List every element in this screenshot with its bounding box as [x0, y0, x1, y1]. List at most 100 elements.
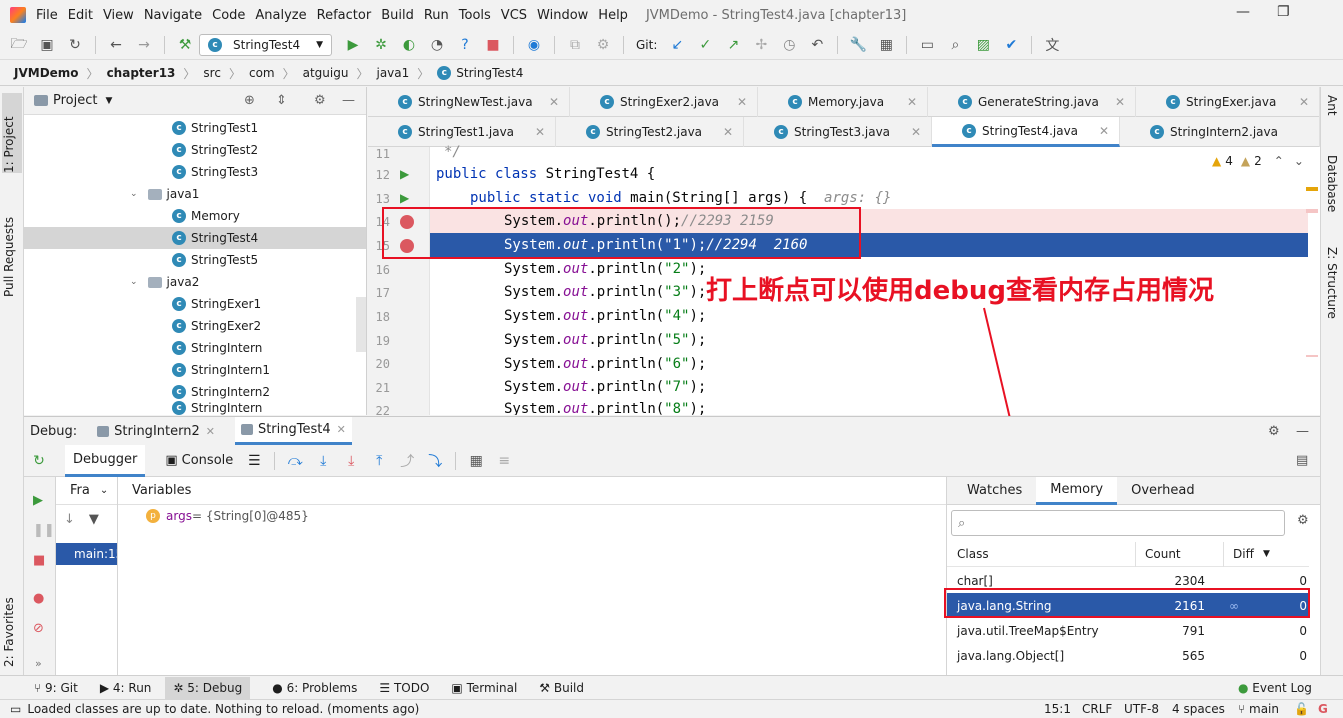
menu-help[interactable]: Help: [598, 8, 628, 23]
inspection-widget[interactable]: ▲ 4 ▲ 2 ⌃ ⌄: [1212, 154, 1304, 168]
menu-edit[interactable]: Edit: [68, 8, 93, 23]
memory-search-input[interactable]: ⌕: [951, 510, 1285, 536]
tool-terminal[interactable]: ▣ Terminal: [451, 681, 517, 695]
run-configuration-select[interactable]: c StringTest4 ▼: [199, 33, 332, 56]
filter-icon[interactable]: ▼: [89, 512, 99, 527]
history-clock-icon[interactable]: ◷: [778, 34, 800, 56]
close-icon[interactable]: ✕: [206, 425, 215, 438]
tree-item[interactable]: c StringTest1: [172, 117, 258, 139]
coverage-icon[interactable]: ◐: [398, 34, 420, 56]
wrench-icon[interactable]: 🔧: [847, 34, 869, 56]
run-icon[interactable]: ▶: [342, 34, 364, 56]
git-update-icon[interactable]: ↙: [666, 34, 688, 56]
tab-overhead[interactable]: Overhead: [1125, 483, 1201, 498]
editor-tab[interactable]: c Memory.java ✕: [758, 87, 928, 117]
google-icon[interactable]: G: [1318, 702, 1328, 716]
tab-console[interactable]: ▣ Console: [165, 453, 233, 468]
close-icon[interactable]: ✕: [723, 125, 733, 139]
variable-row[interactable]: p args = {String[0]@485}: [146, 509, 309, 523]
close-icon[interactable]: ✕: [1115, 95, 1125, 109]
menu-file[interactable]: File: [36, 8, 58, 23]
editor-tab[interactable]: c GenerateString.java ✕: [928, 87, 1136, 117]
chevron-down-icon[interactable]: ⌄: [1294, 154, 1304, 168]
tool-problems[interactable]: ● 6: Problems: [272, 681, 357, 695]
caret-position[interactable]: 15:1: [1044, 702, 1071, 716]
translate-icon[interactable]: 文: [1041, 34, 1063, 56]
layout-icon[interactable]: ▤: [1296, 453, 1308, 468]
close-icon[interactable]: ✕: [337, 423, 346, 436]
menu-run[interactable]: Run: [424, 8, 449, 23]
save-icon[interactable]: ▣: [36, 34, 58, 56]
column-count[interactable]: Count: [1145, 547, 1181, 561]
git-merge-icon[interactable]: ✢: [750, 34, 772, 56]
close-icon[interactable]: ✕: [1299, 95, 1309, 109]
close-icon[interactable]: ✕: [1099, 124, 1109, 138]
step-into-icon[interactable]: ⤓: [340, 450, 362, 472]
gear-icon[interactable]: ⚙: [314, 93, 326, 108]
tree-item-selected[interactable]: c StringTest4: [24, 227, 366, 249]
table-row[interactable]: java.lang.Object[] 565 0: [947, 643, 1309, 668]
rollback-icon[interactable]: ↶: [806, 34, 828, 56]
maximize-icon[interactable]: ❐: [1277, 4, 1290, 20]
git-branch[interactable]: ⑂ main: [1238, 702, 1279, 716]
tree-item[interactable]: c StringTest5: [172, 249, 258, 271]
scrollbar[interactable]: [356, 297, 366, 352]
indent-setting[interactable]: 4 spaces: [1172, 702, 1225, 716]
tree-item[interactable]: c Memory: [172, 205, 240, 227]
breadcrumb-java1[interactable]: java1: [376, 66, 409, 80]
tool-run[interactable]: ▶ 4: Run: [100, 681, 152, 695]
hide-icon[interactable]: —: [1296, 424, 1309, 439]
copy-icon[interactable]: ⧉: [564, 34, 586, 56]
column-diff[interactable]: Diff: [1233, 547, 1254, 561]
tool-tab-pull-requests[interactable]: Pull Requests: [2, 187, 16, 297]
hide-icon[interactable]: —: [342, 93, 355, 108]
stop-icon[interactable]: ■: [482, 34, 504, 56]
tool-tab-database[interactable]: Database: [1325, 155, 1339, 212]
trace-icon[interactable]: ≡: [493, 450, 515, 472]
tree-item[interactable]: c StringIntern: [172, 401, 262, 415]
line-separator[interactable]: CRLF: [1082, 702, 1112, 716]
run-gutter-icon[interactable]: ▶: [400, 167, 409, 181]
open-folder-icon[interactable]: 🗁: [8, 34, 30, 56]
frame-item-selected[interactable]: main:15: [56, 543, 117, 565]
tree-item[interactable]: c StringIntern2: [172, 381, 270, 403]
breadcrumb-com[interactable]: com: [249, 66, 275, 80]
collapse-all-icon[interactable]: ⇕: [276, 93, 287, 108]
resume-icon[interactable]: ▶: [33, 493, 43, 508]
tree-item[interactable]: c StringExer2: [172, 315, 261, 337]
chart-icon[interactable]: ▨: [972, 34, 994, 56]
breadcrumb-module[interactable]: chapter13: [107, 66, 176, 80]
tool-tab-favorites[interactable]: 2: Favorites: [2, 577, 16, 667]
git-push-icon[interactable]: ↗: [722, 34, 744, 56]
update-running-app-icon[interactable]: ◉: [523, 34, 545, 56]
tree-folder[interactable]: ⌄ java2: [130, 271, 199, 293]
close-icon[interactable]: ✕: [535, 125, 545, 139]
step-out-icon[interactable]: ⤒: [368, 450, 390, 472]
menu-navigate[interactable]: Navigate: [144, 8, 202, 23]
close-icon[interactable]: ✕: [737, 95, 747, 109]
profile-icon[interactable]: ◔: [426, 34, 448, 56]
debug-session-tab[interactable]: StringIntern2 ✕: [97, 424, 215, 439]
minimize-icon[interactable]: —: [1236, 4, 1250, 20]
more-icon[interactable]: »: [35, 657, 42, 670]
search-icon[interactable]: ⌕: [944, 34, 966, 56]
editor-tab[interactable]: c StringExer2.java ✕: [570, 87, 758, 117]
close-icon[interactable]: ✕: [907, 95, 917, 109]
sync-icon[interactable]: ↻: [64, 34, 86, 56]
tool-tab-project[interactable]: 1: Project: [2, 93, 22, 173]
tree-item[interactable]: c StringIntern1: [172, 359, 270, 381]
breadcrumb-class[interactable]: StringTest4: [456, 66, 523, 80]
tool-todo[interactable]: ☰ TODO: [379, 681, 429, 695]
tool-tab-ant[interactable]: Ant: [1325, 95, 1339, 116]
stop-icon[interactable]: ■: [33, 553, 45, 568]
menu-window[interactable]: Window: [537, 8, 588, 23]
menu-analyze[interactable]: Analyze: [255, 8, 306, 23]
tool-build[interactable]: ⚒ Build: [539, 681, 584, 695]
tree-item[interactable]: c StringTest2: [172, 139, 258, 161]
tool-debug-active[interactable]: ✲ 5: Debug: [165, 676, 251, 699]
show-execution-point-icon[interactable]: ⤼: [284, 450, 306, 472]
editor-tab[interactable]: c StringTest1.java ✕: [368, 117, 556, 147]
debug-bug-icon[interactable]: ✲: [370, 34, 392, 56]
tree-folder[interactable]: ⌄ java1: [130, 183, 199, 205]
project-structure-icon[interactable]: ▦: [875, 34, 897, 56]
